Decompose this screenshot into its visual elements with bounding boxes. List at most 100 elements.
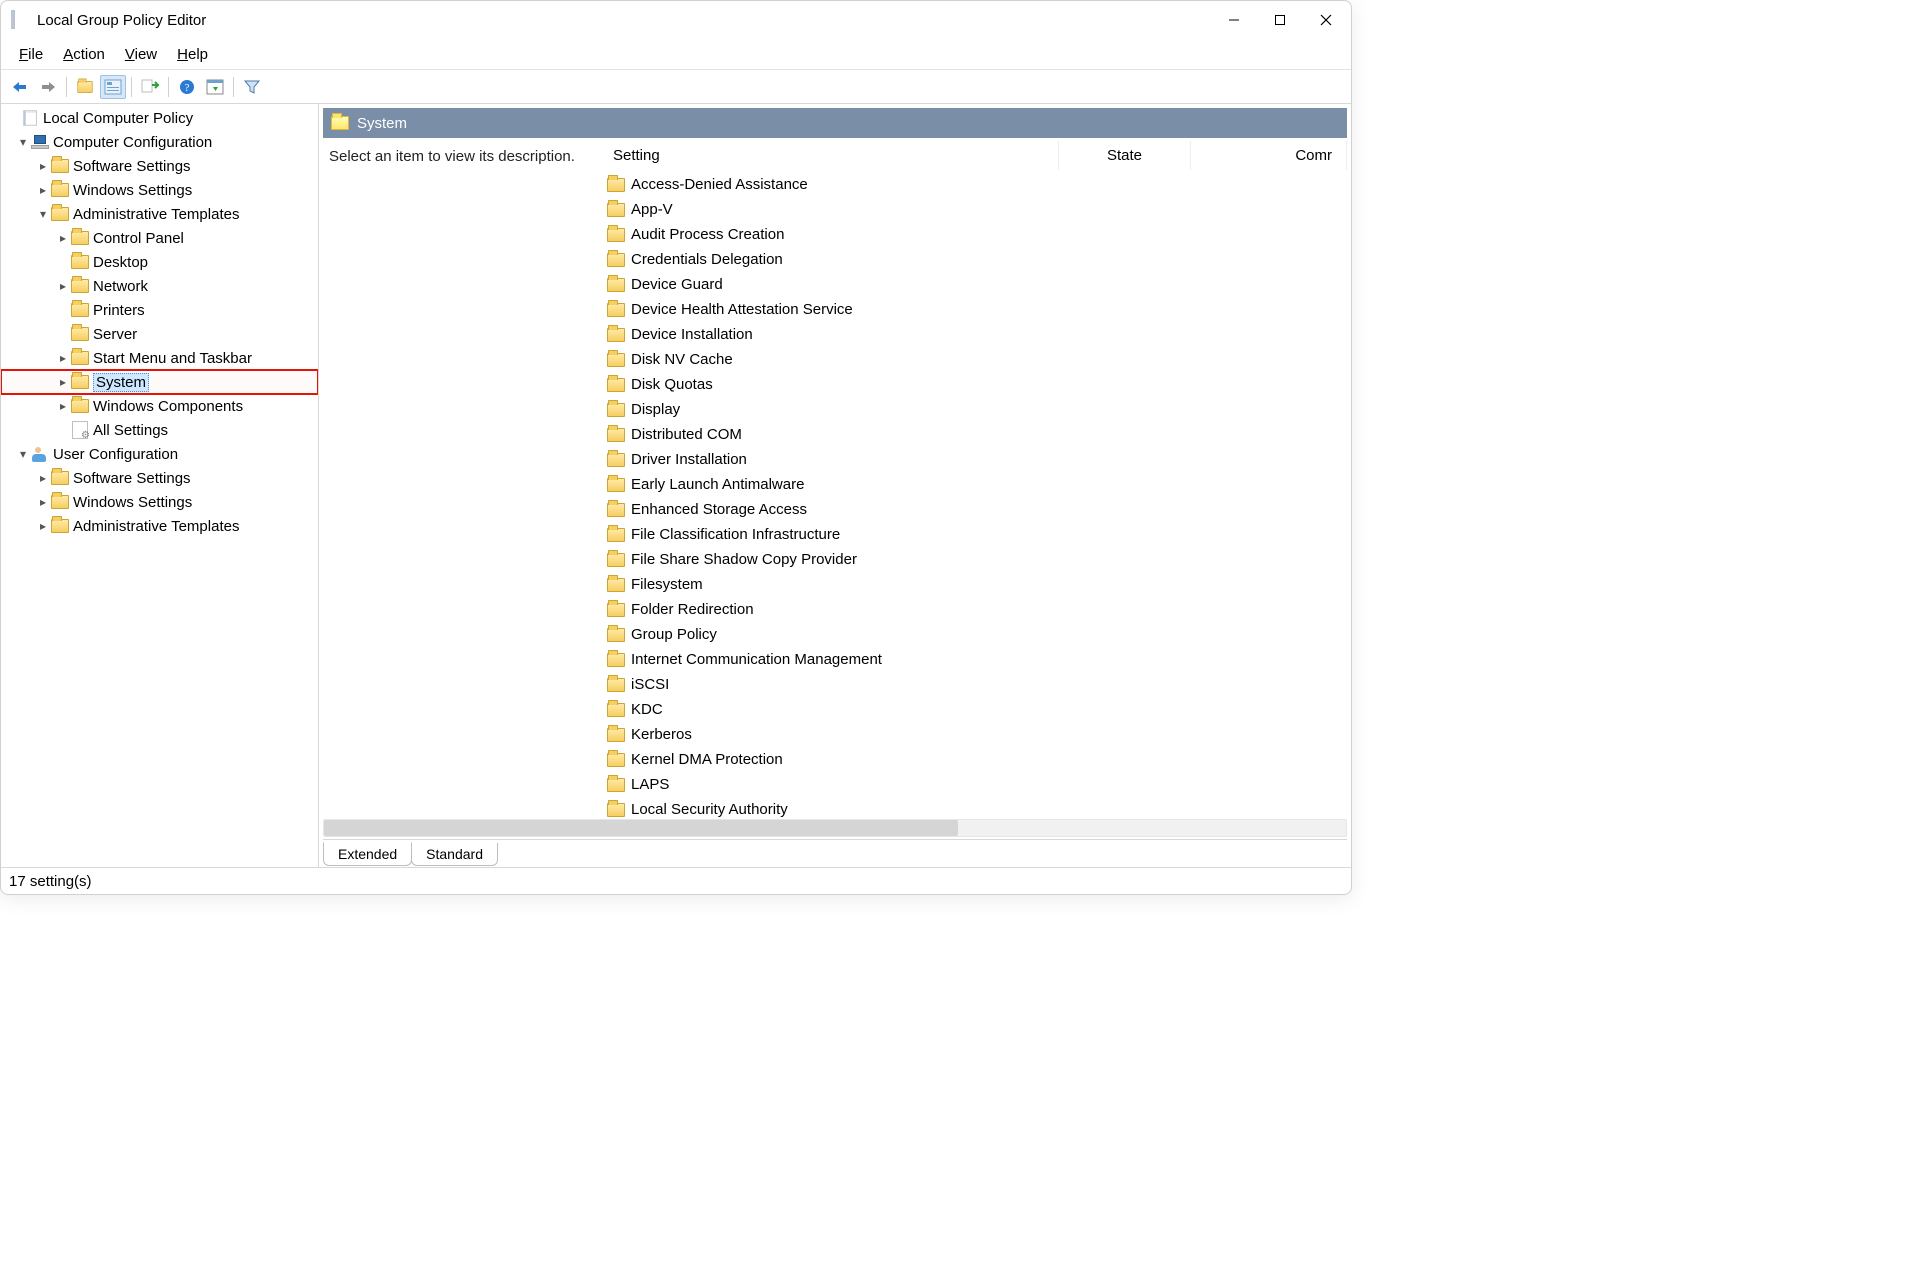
tree-cc-software-settings[interactable]: ▸Software Settings — [1, 154, 318, 178]
list-item[interactable]: Device Guard — [603, 272, 1347, 297]
folder-icon — [607, 752, 625, 768]
list-item[interactable]: File Share Shadow Copy Provider — [603, 547, 1347, 572]
up-button[interactable] — [72, 75, 98, 99]
tree-start-menu[interactable]: ▸Start Menu and Taskbar — [1, 346, 318, 370]
tree-computer-configuration[interactable]: ▾ Computer Configuration — [1, 130, 318, 154]
folder-icon — [607, 202, 625, 218]
folder-icon — [51, 158, 69, 174]
list-item[interactable]: KDC — [603, 697, 1347, 722]
menu-help[interactable]: Help — [167, 42, 218, 67]
list-item[interactable]: Kernel DMA Protection — [603, 747, 1347, 772]
folder-icon — [71, 326, 89, 342]
list-body[interactable]: Access-Denied AssistanceApp-VAudit Proce… — [603, 172, 1347, 817]
menu-file[interactable]: File — [9, 42, 53, 67]
list-item[interactable]: App-V — [603, 197, 1347, 222]
list-item[interactable]: Credentials Delegation — [603, 247, 1347, 272]
window-title: Local Group Policy Editor — [37, 12, 206, 29]
tree-server[interactable]: ▸Server — [1, 322, 318, 346]
folder-icon — [607, 702, 625, 718]
tree-printers[interactable]: ▸Printers — [1, 298, 318, 322]
col-setting[interactable]: Setting — [603, 141, 1059, 170]
tree-cc-windows-settings[interactable]: ▸Windows Settings — [1, 178, 318, 202]
list-item[interactable]: Disk Quotas — [603, 372, 1347, 397]
twist-icon[interactable]: ▸ — [35, 183, 51, 197]
list-item[interactable]: Access-Denied Assistance — [603, 172, 1347, 197]
list-item-label: Driver Installation — [631, 451, 747, 468]
tree-control-panel[interactable]: ▸Control Panel — [1, 226, 318, 250]
list-item[interactable]: Display — [603, 397, 1347, 422]
menu-view[interactable]: View — [115, 42, 167, 67]
horizontal-scrollbar[interactable] — [323, 819, 1347, 837]
tree-all-settings[interactable]: ▸All Settings — [1, 418, 318, 442]
folder-icon — [51, 518, 69, 534]
tree-uc-admin-templates[interactable]: ▸Administrative Templates — [1, 514, 318, 538]
tree-uc-software-settings[interactable]: ▸Software Settings — [1, 466, 318, 490]
tab-extended[interactable]: Extended — [323, 842, 412, 866]
list-item[interactable]: Driver Installation — [603, 447, 1347, 472]
twist-icon[interactable]: ▸ — [35, 159, 51, 173]
tree-user-configuration[interactable]: ▾ User Configuration — [1, 442, 318, 466]
tree-desktop[interactable]: ▸Desktop — [1, 250, 318, 274]
close-button[interactable] — [1303, 1, 1349, 39]
col-comment[interactable]: Comr — [1191, 141, 1347, 170]
col-state[interactable]: State — [1059, 141, 1191, 170]
list-item-label: Device Health Attestation Service — [631, 301, 853, 318]
preview-button[interactable] — [202, 75, 228, 99]
menu-action[interactable]: Action — [53, 42, 115, 67]
maximize-button[interactable] — [1257, 1, 1303, 39]
minimize-button[interactable] — [1211, 1, 1257, 39]
tree-windows-components[interactable]: ▸Windows Components — [1, 394, 318, 418]
app-icon — [11, 11, 29, 29]
tree-root[interactable]: ▾ Local Computer Policy — [1, 106, 318, 130]
export-button[interactable] — [137, 75, 163, 99]
folder-icon — [607, 302, 625, 318]
list-item[interactable]: Device Installation — [603, 322, 1347, 347]
twist-icon[interactable]: ▾ — [15, 135, 31, 149]
tree-system[interactable]: ▸System — [1, 370, 318, 394]
properties-button[interactable] — [100, 75, 126, 99]
forward-button[interactable] — [35, 75, 61, 99]
tree-cc-admin-templates[interactable]: ▾Administrative Templates — [1, 202, 318, 226]
list-item[interactable]: Audit Process Creation — [603, 222, 1347, 247]
list-item[interactable]: Folder Redirection — [603, 597, 1347, 622]
folder-icon — [607, 602, 625, 618]
twist-icon[interactable]: ▸ — [35, 519, 51, 533]
twist-icon[interactable]: ▾ — [15, 447, 31, 461]
filter-button[interactable] — [239, 75, 265, 99]
list-item[interactable]: Internet Communication Management — [603, 647, 1347, 672]
twist-icon[interactable]: ▸ — [55, 375, 71, 389]
folder-icon — [607, 352, 625, 368]
twist-icon[interactable]: ▸ — [55, 399, 71, 413]
list-item[interactable]: Early Launch Antimalware — [603, 472, 1347, 497]
list-item[interactable]: Disk NV Cache — [603, 347, 1347, 372]
list-item[interactable]: Kerberos — [603, 722, 1347, 747]
help-button[interactable]: ? — [174, 75, 200, 99]
tree-uc-windows-settings[interactable]: ▸Windows Settings — [1, 490, 318, 514]
list-item[interactable]: LAPS — [603, 772, 1347, 797]
folder-icon — [71, 398, 89, 414]
folder-icon — [71, 230, 89, 246]
back-button[interactable] — [7, 75, 33, 99]
list-item[interactable]: File Classification Infrastructure — [603, 522, 1347, 547]
list-item-label: Filesystem — [631, 576, 703, 593]
twist-icon[interactable]: ▸ — [35, 495, 51, 509]
tab-standard[interactable]: Standard — [411, 843, 498, 866]
twist-icon[interactable]: ▸ — [35, 471, 51, 485]
twist-icon[interactable]: ▸ — [55, 279, 71, 293]
list-item[interactable]: iSCSI — [603, 672, 1347, 697]
tree-pane[interactable]: ▾ Local Computer Policy ▾ Computer Confi… — [1, 104, 319, 867]
twist-icon[interactable]: ▾ — [35, 207, 51, 221]
scroll-thumb[interactable] — [324, 820, 958, 836]
list-item[interactable]: Distributed COM — [603, 422, 1347, 447]
column-headers[interactable]: Setting State Comr — [603, 138, 1347, 172]
tree-network[interactable]: ▸Network — [1, 274, 318, 298]
list-item[interactable]: Enhanced Storage Access — [603, 497, 1347, 522]
list-item[interactable]: Local Security Authority — [603, 797, 1347, 817]
folder-icon — [607, 327, 625, 343]
twist-icon[interactable]: ▸ — [55, 231, 71, 245]
folder-icon — [51, 494, 69, 510]
twist-icon[interactable]: ▸ — [55, 351, 71, 365]
list-item[interactable]: Group Policy — [603, 622, 1347, 647]
list-item[interactable]: Filesystem — [603, 572, 1347, 597]
list-item[interactable]: Device Health Attestation Service — [603, 297, 1347, 322]
